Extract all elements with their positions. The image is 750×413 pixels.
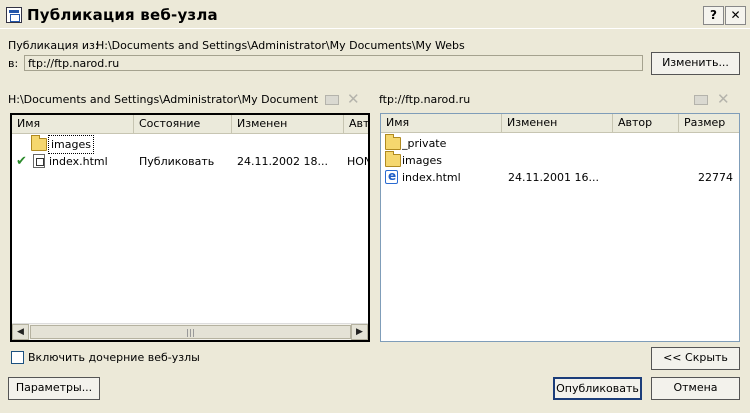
publish-from-path: H:\Documents and Settings\Administrator\… [96, 39, 465, 52]
publish-button[interactable]: Опубликовать [553, 377, 642, 400]
publish-to-field: ftp://ftp.narod.ru [24, 55, 643, 71]
include-subwebs-checkbox[interactable] [11, 351, 24, 364]
options-button[interactable]: Параметры... [8, 377, 100, 400]
title-bar: Публикация веб-узла ? ✕ [0, 0, 750, 29]
item-name: images [402, 154, 442, 167]
include-subwebs-label: Включить дочерние веб-узлы [28, 351, 200, 364]
column-size[interactable]: Размер [679, 114, 737, 133]
item-modified: 24.11.2002 18... [237, 155, 328, 168]
hide-button[interactable]: << Скрыть [651, 347, 740, 370]
item-name: _private [402, 137, 447, 150]
item-modified: 24.11.2001 16... [508, 171, 599, 184]
list-item[interactable]: index.html 24.11.2001 16... 22774 [381, 169, 739, 186]
column-author[interactable]: Автор [344, 115, 368, 134]
window-title: Публикация веб-узла [27, 6, 218, 24]
column-modified[interactable]: Изменен [232, 115, 344, 134]
scroll-thumb[interactable] [30, 325, 351, 339]
folder-icon [385, 134, 401, 150]
list-item[interactable]: _private [381, 134, 739, 152]
remote-list-header: Имя Изменен Автор Размер [381, 114, 739, 133]
publish-web-dialog: Публикация веб-узла ? ✕ Публикация из: H… [0, 0, 750, 413]
item-size: 22774 [698, 171, 733, 184]
column-name[interactable]: Имя [12, 115, 134, 134]
item-status: Публиковать [139, 155, 215, 168]
close-button[interactable]: ✕ [725, 6, 746, 25]
horizontal-scrollbar[interactable]: ◀ ▶ [12, 323, 368, 340]
remote-delete-icon[interactable]: ✕ [717, 92, 733, 107]
item-name: index.html [49, 155, 108, 168]
remote-file-list[interactable]: Имя Изменен Автор Размер _private images… [380, 113, 740, 342]
delete-icon[interactable]: ✕ [347, 92, 363, 107]
column-modified[interactable]: Изменен [502, 114, 613, 133]
local-list-header: Имя Состояние Изменен Автор [12, 115, 368, 134]
publish-to-label: в: [8, 57, 19, 70]
publish-check-icon: ✔ [16, 154, 27, 169]
column-author[interactable]: Автор [613, 114, 679, 133]
publish-from-label: Публикация из: [8, 39, 99, 52]
change-button[interactable]: Изменить... [651, 52, 740, 75]
scroll-left-arrow[interactable]: ◀ [12, 324, 29, 340]
list-item[interactable]: images [381, 151, 739, 169]
html-file-icon [33, 154, 45, 168]
remote-new-folder-icon[interactable] [694, 92, 710, 106]
new-folder-icon[interactable] [325, 92, 341, 106]
folder-icon [31, 135, 47, 151]
item-name: index.html [402, 171, 461, 184]
list-item[interactable]: ✔ index.html Публиковать 24.11.2002 18..… [12, 153, 368, 170]
column-name[interactable]: Имя [381, 114, 502, 133]
left-pane-path: H:\Documents and Settings\Administrator\… [8, 93, 318, 106]
right-pane-path: ftp://ftp.narod.ru [379, 93, 471, 106]
list-item[interactable]: images [12, 135, 368, 154]
grip-icon [186, 329, 195, 337]
help-button[interactable]: ? [703, 6, 724, 25]
cancel-button[interactable]: Отмена [651, 377, 740, 400]
item-author: HON [347, 155, 368, 168]
local-file-list[interactable]: Имя Состояние Изменен Автор images ✔ ind… [10, 113, 370, 342]
folder-icon [385, 151, 401, 167]
column-status[interactable]: Состояние [134, 115, 232, 134]
frontpage-app-icon [6, 7, 22, 23]
scroll-right-arrow[interactable]: ▶ [351, 324, 368, 340]
item-name: images [48, 135, 94, 154]
ie-file-icon [385, 169, 398, 184]
